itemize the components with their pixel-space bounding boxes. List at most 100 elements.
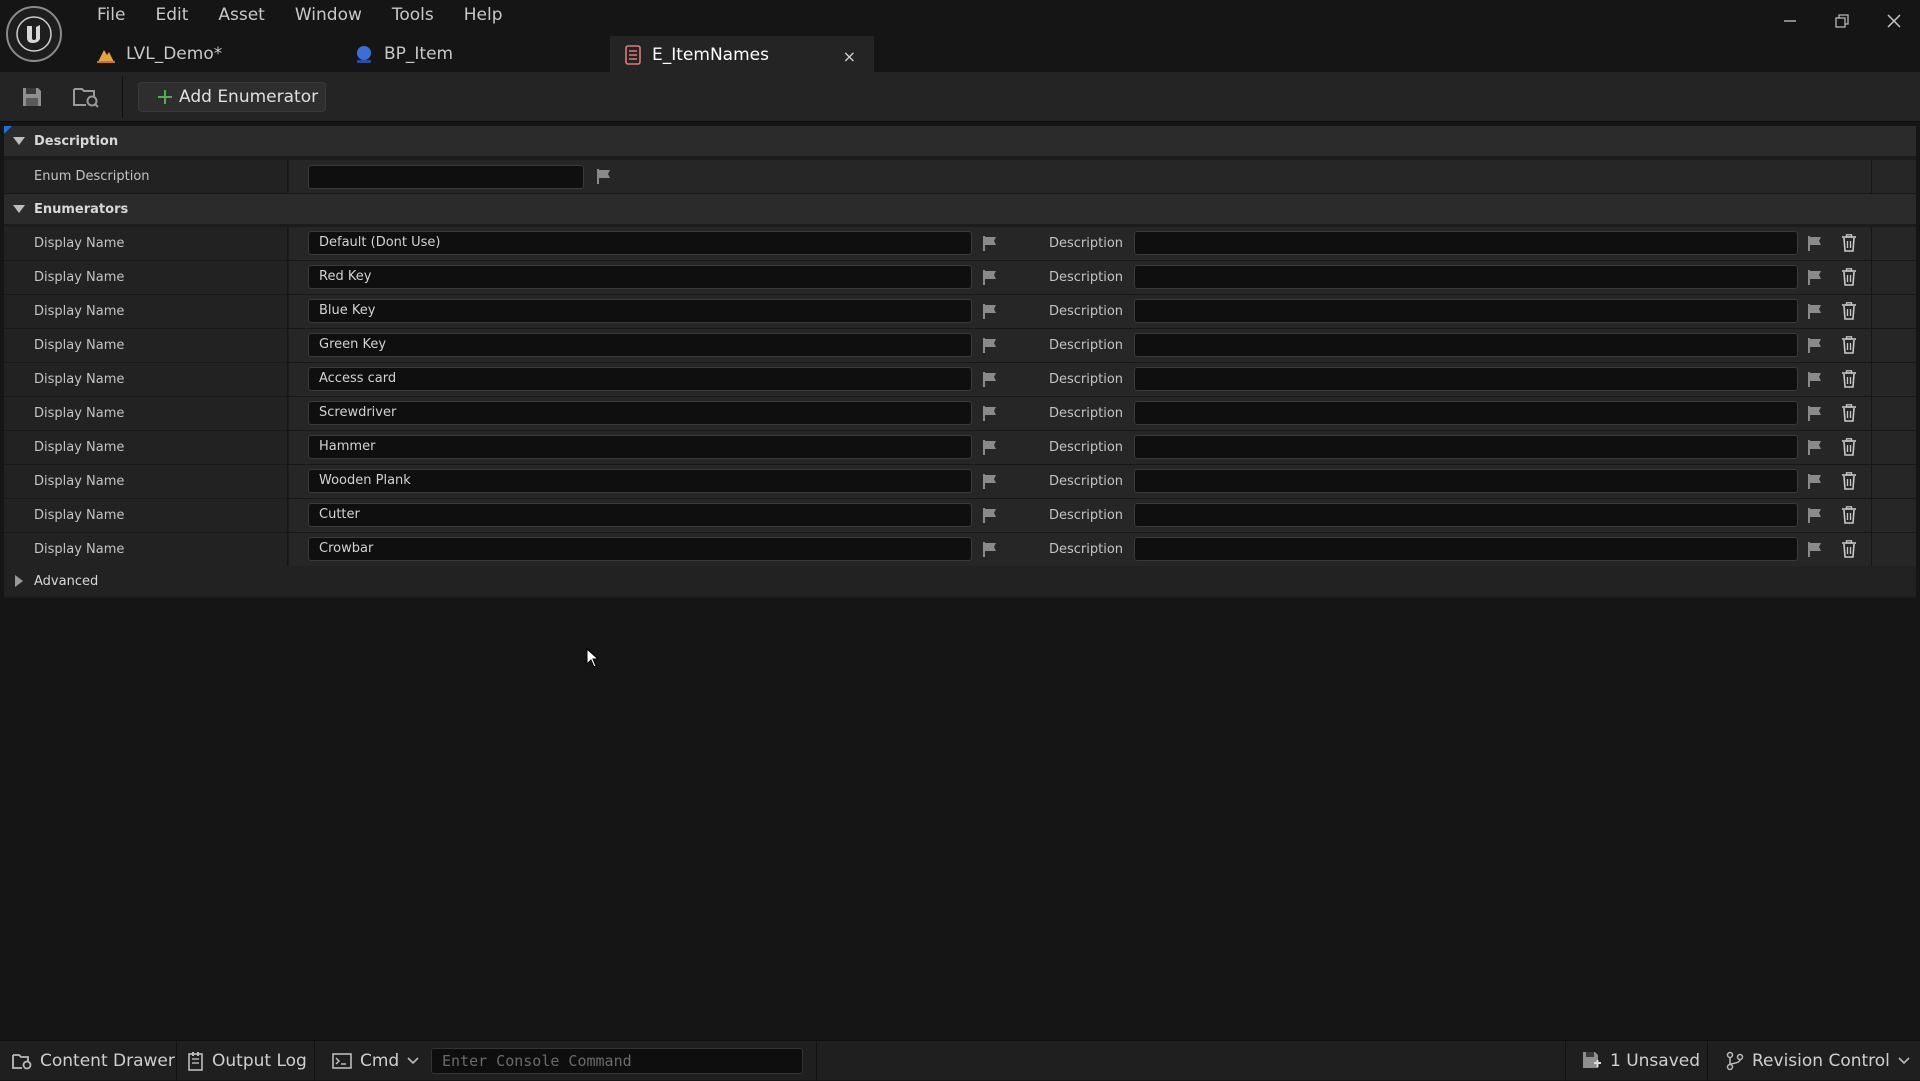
description-label: Description [1049,474,1124,489]
description-label: Description [1049,270,1124,285]
title-bar: File Edit Asset Window Tools Help LVL_De… [0,0,1920,72]
delete-trash-icon[interactable] [1840,369,1858,389]
section-title: Description [34,133,119,149]
unsaved-assets-button[interactable]: 1 Unsaved [1582,1041,1700,1081]
flag-icon[interactable] [981,506,999,524]
menu-tools[interactable]: Tools [377,4,449,26]
delete-trash-icon[interactable] [1840,233,1858,253]
delete-trash-icon[interactable] [1840,539,1858,559]
display-name-field[interactable]: Crowbar [308,537,972,561]
flag-icon[interactable] [1806,472,1824,490]
description-field[interactable] [1134,265,1798,289]
menu-help[interactable]: Help [449,4,518,26]
flag-icon[interactable] [981,540,999,558]
display-name-field[interactable]: Screwdriver [308,401,972,425]
flag-icon[interactable] [1806,234,1824,252]
tab-lvl-demo[interactable]: LVL_Demo* [82,36,340,72]
flag-icon[interactable] [981,438,999,456]
flag-icon[interactable] [1806,268,1824,286]
flag-icon[interactable] [1806,540,1824,558]
description-label: Description [1049,542,1124,557]
display-name-field[interactable]: Hammer [308,435,972,459]
flag-icon[interactable] [981,268,999,286]
description-section-header[interactable]: Description [4,126,1916,156]
description-field[interactable] [1134,231,1798,255]
tab-e-itemnames[interactable]: E_ItemNames × [610,36,874,72]
unreal-logo-icon[interactable] [6,6,62,62]
enum-description-field[interactable] [308,165,584,189]
plus-icon [157,89,173,105]
delete-trash-icon[interactable] [1840,335,1858,355]
advanced-section-header[interactable]: Advanced [4,566,1916,596]
revision-control-button[interactable]: Revision Control [1726,1041,1910,1081]
flag-icon[interactable] [1806,302,1824,320]
add-enumerator-button[interactable]: Add Enumerator [138,82,326,112]
description-field[interactable] [1134,435,1798,459]
output-log-button[interactable]: Output Log [188,1041,307,1081]
menu-file[interactable]: File [82,4,140,26]
unsaved-count: 1 Unsaved [1610,1051,1701,1071]
enum-description-row: Enum Description [4,160,1916,194]
document-tabs: LVL_Demo* BP_Item E_ItemNames × [82,36,874,72]
close-window-icon[interactable] [1868,0,1920,42]
menu-asset[interactable]: Asset [203,4,279,26]
flag-icon[interactable] [1806,336,1824,354]
enumerator-row: Display Name Default (Dont Use) Descriptio… [4,227,1916,261]
cmd-dropdown[interactable]: Cmd [332,1041,419,1081]
flag-icon[interactable] [981,302,999,320]
delete-trash-icon[interactable] [1840,471,1858,491]
description-field[interactable] [1134,401,1798,425]
display-name-field[interactable]: Green Key [308,333,972,357]
flag-icon[interactable] [981,336,999,354]
tab-label: E_ItemNames [652,45,769,65]
flag-icon[interactable] [1806,438,1824,456]
flag-icon[interactable] [981,370,999,388]
minimize-icon[interactable] [1764,0,1816,42]
console-command-input[interactable]: Enter Console Command [431,1048,803,1074]
flag-icon[interactable] [595,167,613,185]
delete-trash-icon[interactable] [1840,403,1858,423]
description-field[interactable] [1134,469,1798,493]
display-name-field[interactable]: Blue Key [308,299,972,323]
tab-bp-item[interactable]: BP_Item [340,36,610,72]
flag-icon[interactable] [981,472,999,490]
description-label: Description [1049,236,1124,251]
close-icon[interactable]: × [843,47,856,66]
delete-trash-icon[interactable] [1840,267,1858,287]
menu-window[interactable]: Window [280,4,377,26]
description-field[interactable] [1134,367,1798,391]
display-name-label: Display Name [34,270,125,285]
display-name-field[interactable]: Wooden Plank [308,469,972,493]
flag-icon[interactable] [981,404,999,422]
menu-edit[interactable]: Edit [140,4,203,26]
description-label: Description [1049,372,1124,387]
description-field[interactable] [1134,537,1798,561]
delete-trash-icon[interactable] [1840,301,1858,321]
chevron-down-icon [4,137,34,145]
flag-icon[interactable] [1806,370,1824,388]
tab-label: LVL_Demo* [126,44,223,64]
display-name-field[interactable]: Red Key [308,265,972,289]
window-controls [1764,0,1920,42]
display-name-field[interactable]: Default (Dont Use) [308,231,972,255]
flag-icon[interactable] [1806,404,1824,422]
content-drawer-button[interactable]: Content Drawer [12,1041,175,1081]
chevron-right-icon [4,575,34,587]
description-field[interactable] [1134,503,1798,527]
save-icon[interactable] [18,84,46,110]
flag-icon[interactable] [981,234,999,252]
flag-icon[interactable] [1806,506,1824,524]
description-field[interactable] [1134,299,1798,323]
display-name-field[interactable]: Access card [308,367,972,391]
enumerator-row: Display Name Red Key Description [4,261,1916,295]
restore-icon[interactable] [1816,0,1868,42]
revision-control-label: Revision Control [1752,1051,1890,1071]
delete-trash-icon[interactable] [1840,505,1858,525]
delete-trash-icon[interactable] [1840,437,1858,457]
display-name-field[interactable]: Cutter [308,503,972,527]
browse-to-asset-icon[interactable] [72,84,100,110]
enumerator-row: Display Name Access card Description [4,363,1916,397]
description-field[interactable] [1134,333,1798,357]
enumerators-section-header[interactable]: Enumerators [4,194,1916,224]
section-title: Enumerators [34,201,129,217]
